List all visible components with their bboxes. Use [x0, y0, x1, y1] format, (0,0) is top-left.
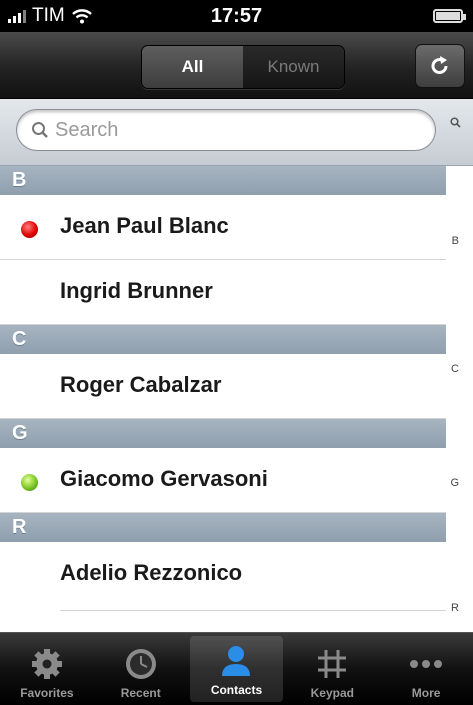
search-icon [32, 122, 48, 138]
contact-name: Ingrid Brunner [60, 278, 213, 303]
section-index[interactable]: B C G R [446, 165, 473, 633]
ellipsis-icon [410, 660, 443, 668]
hash-icon [318, 650, 347, 678]
contact-name: Giacomo Gervasoni [60, 466, 268, 491]
filter-segmented-control: All Known [141, 45, 345, 89]
tab-label: Favorites [20, 686, 74, 700]
index-letter-g[interactable]: G [450, 477, 459, 489]
row-divider [60, 610, 446, 611]
section-header-b: B [0, 166, 446, 195]
contact-row[interactable]: Roger Cabalzar [0, 354, 446, 419]
tab-label: Keypad [310, 686, 354, 700]
navigation-bar: All Known [0, 32, 473, 99]
tab-bar: Favorites Recent Contacts Keypad More [0, 632, 473, 705]
tab-contacts[interactable]: Contacts [189, 636, 284, 702]
contact-name: Roger Cabalzar [60, 372, 222, 397]
section-header-g: G [0, 419, 446, 448]
tab-label: More [411, 686, 441, 700]
segment-all[interactable]: All [142, 46, 243, 88]
contact-row[interactable]: Ingrid Brunner [0, 260, 446, 325]
tab-more[interactable]: More [379, 633, 473, 705]
contact-row[interactable]: Giacomo Gervasoni [0, 448, 446, 513]
clock-icon [125, 649, 156, 679]
search-placeholder: Search [55, 118, 119, 141]
tab-label: Recent [120, 686, 161, 700]
contact-name: Adelio Rezzonico [60, 560, 243, 585]
index-search-icon[interactable] [450, 117, 461, 128]
contact-name: Jean Paul Blanc [60, 213, 229, 238]
gear-icon [31, 649, 62, 679]
tab-keypad[interactable]: Keypad [285, 633, 379, 705]
tab-favorites[interactable]: Favorites [0, 633, 94, 705]
index-letter-b[interactable]: B [452, 235, 459, 247]
status-bar: TIM 17:57 [0, 0, 473, 32]
tab-label: Contacts [210, 683, 263, 697]
index-letter-r[interactable]: R [451, 602, 459, 614]
battery-icon [433, 9, 466, 23]
search-bar: Search [0, 99, 473, 166]
tab-recent[interactable]: Recent [94, 633, 188, 705]
section-header-c: C [0, 325, 446, 354]
contact-row[interactable]: Adelio Rezzonico [0, 542, 446, 633]
section-header-r: R [0, 513, 446, 542]
person-icon [222, 646, 251, 676]
clock-time: 17:57 [210, 5, 263, 27]
search-input[interactable]: Search [16, 109, 436, 151]
contact-row[interactable]: Jean Paul Blanc [0, 195, 446, 260]
refresh-button[interactable] [415, 44, 465, 88]
segment-known[interactable]: Known [243, 46, 344, 88]
index-letter-c[interactable]: C [451, 363, 459, 375]
status-dot-green-icon [21, 474, 38, 491]
refresh-icon [431, 56, 448, 74]
status-dot-red-icon [21, 221, 38, 238]
